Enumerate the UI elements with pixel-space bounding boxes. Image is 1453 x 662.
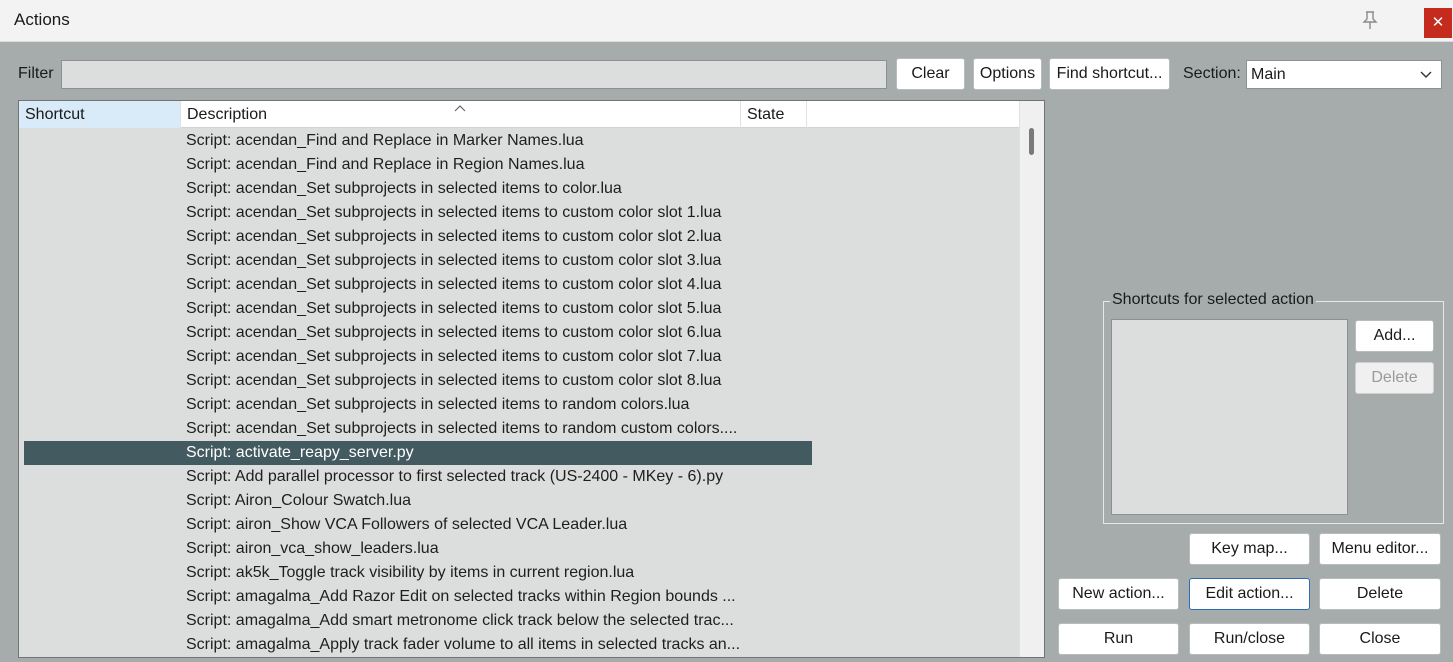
row-description: Script: acendan_Set subprojects in selec…: [186, 396, 690, 413]
row-description: Script: acendan_Set subprojects in selec…: [186, 300, 722, 317]
list-row[interactable]: Script: amagalma_Apply track fader volum…: [24, 633, 812, 657]
row-description: Script: amagalma_Add smart metronome cli…: [186, 612, 734, 629]
list-row[interactable]: Script: acendan_Set subprojects in selec…: [24, 321, 812, 345]
section-select[interactable]: Main: [1246, 60, 1442, 89]
row-description: Script: acendan_Set subprojects in selec…: [186, 252, 722, 269]
run-button[interactable]: Run: [1058, 623, 1179, 655]
row-description: Script: acendan_Find and Replace in Regi…: [186, 156, 585, 173]
run-close-button[interactable]: Run/close: [1189, 623, 1310, 655]
row-description: Script: ak5k_Toggle track visibility by …: [186, 564, 635, 581]
find-shortcut-button[interactable]: Find shortcut...: [1049, 58, 1170, 90]
list-row[interactable]: Script: acendan_Set subprojects in selec…: [24, 345, 812, 369]
row-description: Script: acendan_Set subprojects in selec…: [186, 276, 722, 293]
new-action-button[interactable]: New action...: [1058, 578, 1179, 610]
row-description: Script: activate_reapy_server.py: [186, 444, 414, 461]
list-rows: Script: acendan_Find and Replace in Mark…: [19, 129, 1019, 657]
row-description: Script: acendan_Set subprojects in selec…: [186, 324, 722, 341]
column-header-shortcut[interactable]: Shortcut: [19, 101, 181, 128]
filter-input[interactable]: [61, 60, 887, 89]
row-description: Script: acendan_Find and Replace in Mark…: [186, 132, 584, 149]
list-row[interactable]: Script: activate_reapy_server.py: [24, 441, 812, 465]
delete-shortcut-button[interactable]: Delete: [1355, 362, 1434, 394]
chevron-down-icon: [1419, 61, 1433, 88]
pin-icon[interactable]: [1361, 10, 1379, 30]
list-row[interactable]: Script: acendan_Set subprojects in selec…: [24, 417, 812, 441]
title-bar: Actions ✕: [0, 0, 1453, 42]
column-header-state[interactable]: State: [741, 101, 807, 128]
list-row[interactable]: Script: acendan_Set subprojects in selec…: [24, 201, 812, 225]
clear-button[interactable]: Clear: [896, 58, 965, 90]
row-description: Script: Add parallel processor to first …: [186, 468, 724, 485]
options-button[interactable]: Options: [973, 58, 1042, 90]
shortcuts-group-label: Shortcuts for selected action: [1110, 291, 1316, 309]
list-row[interactable]: Script: acendan_Set subprojects in selec…: [24, 225, 812, 249]
row-description: Script: Airon_Colour Swatch.lua: [186, 492, 411, 509]
row-description: Script: acendan_Set subprojects in selec…: [186, 420, 738, 437]
menu-editor-button[interactable]: Menu editor...: [1319, 533, 1441, 565]
list-row[interactable]: Script: Airon_Colour Swatch.lua: [24, 489, 812, 513]
row-description: Script: airon_Show VCA Followers of sele…: [186, 516, 628, 533]
row-description: Script: acendan_Set subprojects in selec…: [186, 204, 722, 221]
list-row[interactable]: Script: acendan_Set subprojects in selec…: [24, 369, 812, 393]
list-row[interactable]: Script: acendan_Set subprojects in selec…: [24, 297, 812, 321]
window-title: Actions: [14, 10, 70, 29]
delete-action-button[interactable]: Delete: [1319, 578, 1441, 610]
key-map-button[interactable]: Key map...: [1189, 533, 1310, 565]
list-row[interactable]: Script: acendan_Find and Replace in Regi…: [24, 153, 812, 177]
list-row[interactable]: Script: amagalma_Add smart metronome cli…: [24, 609, 812, 633]
list-row[interactable]: Script: acendan_Set subprojects in selec…: [24, 249, 812, 273]
row-description: Script: acendan_Set subprojects in selec…: [186, 228, 722, 245]
scrollbar-thumb[interactable]: [1029, 128, 1034, 155]
list-row[interactable]: Script: acendan_Set subprojects in selec…: [24, 177, 812, 201]
close-button[interactable]: Close: [1319, 623, 1441, 655]
list-row[interactable]: Script: ak5k_Toggle track visibility by …: [24, 561, 812, 585]
list-row[interactable]: Script: airon_Show VCA Followers of sele…: [24, 513, 812, 537]
row-description: Script: amagalma_Apply track fader volum…: [186, 636, 741, 653]
list-row[interactable]: Script: amagalma_Add Razor Edit on selec…: [24, 585, 812, 609]
list-row[interactable]: Script: Add parallel processor to first …: [24, 465, 812, 489]
actions-list[interactable]: Shortcut Description State Script: acend…: [18, 100, 1045, 658]
list-row[interactable]: Script: acendan_Set subprojects in selec…: [24, 393, 812, 417]
row-description: Script: acendan_Set subprojects in selec…: [186, 180, 622, 197]
list-row[interactable]: Script: acendan_Set subprojects in selec…: [24, 273, 812, 297]
list-row[interactable]: Script: acendan_Find and Replace in Mark…: [24, 129, 812, 153]
shortcut-list[interactable]: [1111, 319, 1348, 515]
row-description: Script: acendan_Set subprojects in selec…: [186, 372, 722, 389]
edit-action-button[interactable]: Edit action...: [1189, 578, 1310, 610]
row-description: Script: amagalma_Add Razor Edit on selec…: [186, 588, 736, 605]
row-description: Script: acendan_Set subprojects in selec…: [186, 348, 722, 365]
row-description: Script: airon_vca_show_leaders.lua: [186, 540, 439, 557]
sort-ascending-icon: [453, 101, 467, 112]
close-window-icon[interactable]: ✕: [1424, 8, 1452, 38]
vertical-scrollbar[interactable]: [1019, 101, 1044, 657]
section-label: Section:: [1183, 65, 1241, 82]
filter-label: Filter: [18, 65, 54, 82]
list-row[interactable]: Script: airon_vca_show_leaders.lua: [24, 537, 812, 561]
list-header: Shortcut Description State: [19, 101, 1019, 128]
section-value: Main: [1251, 66, 1286, 83]
add-shortcut-button[interactable]: Add...: [1355, 320, 1434, 352]
